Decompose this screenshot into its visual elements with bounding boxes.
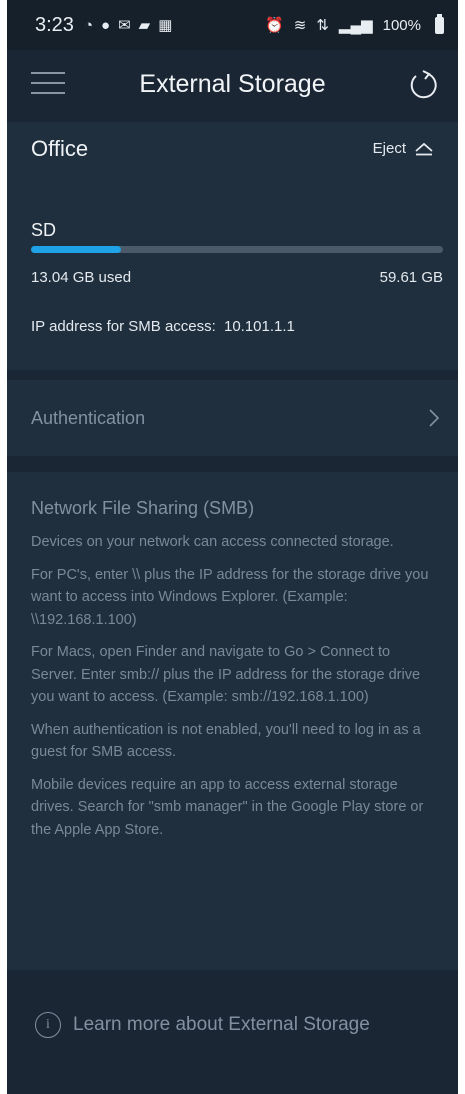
app-bar: External Storage xyxy=(7,50,458,122)
mail-icon: ✉ xyxy=(118,17,131,34)
smb-info-section: Network File Sharing (SMB) Devices on yo… xyxy=(7,472,458,970)
learn-more-link[interactable]: i Learn more about External Storage xyxy=(35,1012,370,1038)
storage-drive-card: Office Eject SD 13.04 GB used 59.61 GB I… xyxy=(7,122,458,370)
ring-icon: ◔ xyxy=(83,16,93,34)
smb-ip-label: IP address for SMB access: xyxy=(31,318,216,335)
smb-title: Network File Sharing (SMB) xyxy=(31,498,255,518)
alarm-sound-icon: ● xyxy=(101,16,111,34)
storage-total: 59.61 GB xyxy=(379,269,443,286)
eject-icon xyxy=(415,142,433,155)
status-time: 3:23 xyxy=(35,13,74,36)
signal-icon: ▂▄▆ xyxy=(338,17,373,34)
smb-paragraph: For PC's, enter \\ plus the IP address f… xyxy=(31,566,429,628)
smb-paragraph: Devices on your network can access conne… xyxy=(31,534,394,550)
page-title: External Storage xyxy=(139,70,326,98)
status-bar: 3:23 ◔ ● ✉ ▰ ▦ ⏰ ≋ ⇅ ▂▄▆ 100% xyxy=(7,0,458,50)
authentication-label: Authentication xyxy=(31,408,146,428)
lte-icon: ⇅ xyxy=(316,17,329,34)
battery-level: 100% xyxy=(382,16,421,34)
refresh-icon[interactable] xyxy=(406,68,440,102)
eject-label: Eject xyxy=(372,140,406,157)
eject-button[interactable]: Eject xyxy=(373,140,434,157)
wifi-icon: ≋ xyxy=(293,17,307,34)
smb-ip-value: 10.101.1.1 xyxy=(223,318,295,335)
calendar-icon: ▦ xyxy=(158,17,173,34)
notification-icons: ◔ ● ✉ ▰ ▦ xyxy=(83,16,173,35)
info-icon: i xyxy=(35,1012,61,1038)
battery-icon xyxy=(435,13,444,34)
alarm-icon: ⏰ xyxy=(265,17,284,34)
router-name: Office xyxy=(31,136,89,161)
storage-usage-bar xyxy=(31,246,443,253)
chevron-right-icon xyxy=(429,409,440,427)
storage-used: 13.04 GB used xyxy=(31,269,132,286)
smb-paragraph: For Macs, open Finder and navigate to Go… xyxy=(31,644,421,705)
drive-label: SD xyxy=(31,220,57,240)
chat-icon: ▰ xyxy=(138,17,151,34)
system-icons: ⏰ ≋ ⇅ ▂▄▆ 100% xyxy=(265,13,444,34)
smb-paragraph: When authentication is not enabled, you'… xyxy=(31,721,421,761)
smb-ip-address: IP address for SMB access: 10.101.1.1 xyxy=(31,318,295,335)
authentication-row[interactable]: Authentication xyxy=(7,380,458,456)
storage-usage-fill xyxy=(31,246,122,253)
learn-more-label: Learn more about External Storage xyxy=(73,1014,370,1035)
smb-paragraph: Mobile devices require an app to access … xyxy=(31,776,424,838)
phone-screen: 3:23 ◔ ● ✉ ▰ ▦ ⏰ ≋ ⇅ ▂▄▆ 100% External S… xyxy=(7,0,458,1094)
